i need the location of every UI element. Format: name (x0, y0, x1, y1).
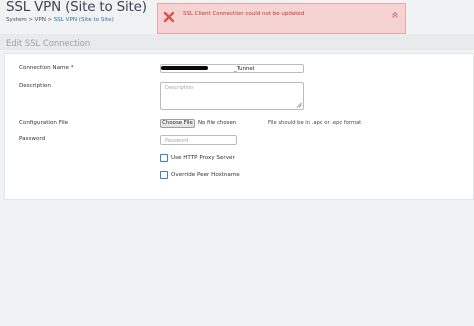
connection-name-value: _Tunnel (234, 66, 255, 72)
breadcrumb-current: SSL VPN (Site to Site) (53, 17, 114, 23)
error-alert: SSL Client Connection could not be updat… (157, 3, 406, 34)
password-input[interactable]: Password (160, 135, 237, 145)
choose-file-button[interactable]: Choose File (160, 119, 195, 128)
alert-message: SSL Client Connection could not be updat… (183, 11, 305, 17)
http-proxy-label[interactable]: Use HTTP Proxy Server (171, 155, 235, 161)
breadcrumb-separator: > (47, 17, 53, 23)
breadcrumb-system[interactable]: System (6, 17, 27, 23)
description-textarea[interactable]: Description (160, 82, 304, 110)
override-peer-hostname-checkbox[interactable] (160, 171, 168, 179)
description-placeholder: Description (165, 85, 194, 91)
password-placeholder: Password (165, 138, 189, 144)
redaction-mark (161, 66, 208, 70)
section-title: Edit SSL Connection (6, 38, 91, 48)
description-label: Description (19, 83, 51, 89)
password-label: Password (19, 136, 46, 142)
override-peer-hostname-label[interactable]: Override Peer Hostname (171, 172, 240, 178)
breadcrumb: System > VPN > SSL VPN (Site to Site) (6, 17, 114, 23)
breadcrumb-vpn[interactable]: VPN (35, 17, 46, 23)
file-status-text: No file chosen (198, 120, 237, 126)
page-title: SSL VPN (Site to Site) (6, 0, 147, 15)
resize-grip-icon[interactable] (296, 102, 302, 108)
connection-name-input[interactable]: _Tunnel (160, 64, 304, 73)
close-x-icon (163, 11, 175, 23)
breadcrumb-separator: > (28, 17, 34, 23)
configuration-file-label: Configuration File (19, 120, 69, 126)
http-proxy-checkbox[interactable] (160, 154, 168, 162)
connection-name-label: Connection Name * (19, 65, 74, 71)
chevron-up-double-icon[interactable] (391, 11, 399, 19)
file-format-hint: File should be in .apc or .epc format (268, 120, 362, 126)
